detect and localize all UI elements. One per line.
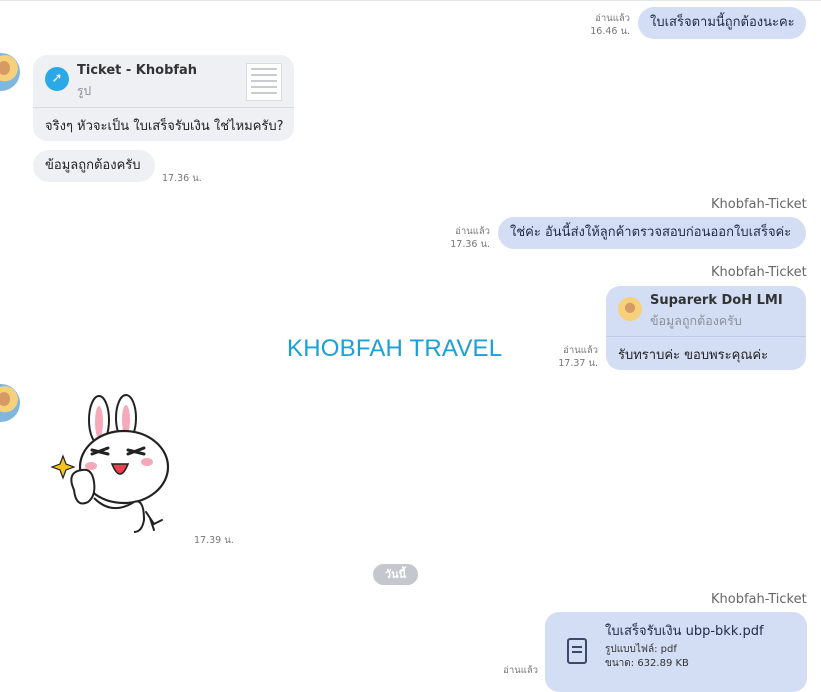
- avatar[interactable]: [0, 384, 20, 422]
- message-text: ใบเสร็จตามนี้ถูกต้องนะคะ: [650, 15, 795, 30]
- timestamp: 17.36 น.: [450, 239, 490, 250]
- timestamp: 17.36 น.: [162, 173, 202, 184]
- message-bubble-incoming[interactable]: ข้อมูลถูกต้องครับ: [33, 150, 155, 182]
- file-attachment[interactable]: ใบเสร็จรับเงิน ubp-bkk.pdf รูปแบบไฟล์: p…: [545, 612, 807, 692]
- read-status: อ่านแล้ว: [503, 665, 538, 676]
- sender-name: Khobfah-Ticket: [711, 592, 807, 607]
- reply-message-card[interactable]: Suparerk DoH LMI ข้อมูลถูกต้องครับ รับทร…: [606, 286, 806, 370]
- watermark-text: KHOBFAH TRAVEL: [287, 335, 503, 362]
- message-bubble-outgoing[interactable]: ใช่ค่ะ อันนี้ส่งให้ลูกค้าตรวจสอบก่อนออกใ…: [498, 217, 806, 249]
- file-name[interactable]: ใบเสร็จรับเงิน ubp-bkk.pdf: [605, 620, 764, 641]
- timestamp: 16.46 น.: [590, 26, 630, 37]
- card-title: Ticket - Khobfah: [77, 63, 198, 78]
- quoted-message[interactable]: Suparerk DoH LMI ข้อมูลถูกต้องครับ: [606, 286, 806, 337]
- read-status: อ่านแล้ว: [595, 13, 630, 24]
- card-subtitle: รูป: [77, 84, 92, 98]
- file-type: รูปแบบไฟล์: pdf: [605, 644, 677, 655]
- message-text: จริงๆ หัวจะเป็น ใบเสร็จรับเงิน ใช่ไหมครั…: [45, 119, 284, 134]
- shared-post-card[interactable]: ➚ Ticket - Khobfah รูป จริงๆ หัวจะเป็น ใ…: [33, 55, 294, 141]
- read-status: อ่านแล้ว: [563, 345, 598, 356]
- quoted-text: ข้อมูลถูกต้องครับ: [650, 313, 742, 328]
- image-thumbnail[interactable]: [246, 63, 282, 101]
- card-header[interactable]: ➚ Ticket - Khobfah รูป: [33, 55, 294, 108]
- pdf-file-icon: [567, 638, 587, 664]
- sender-name: Khobfah-Ticket: [711, 197, 807, 212]
- message-meta: อ่านแล้ว 17.36 น.: [430, 225, 490, 251]
- sender-name: Khobfah-Ticket: [711, 265, 807, 280]
- read-status: อ่านแล้ว: [455, 226, 490, 237]
- message-text: ข้อมูลถูกต้องครับ: [45, 158, 141, 173]
- message-text: รับทราบค่ะ ขอบพระคุณค่ะ: [618, 348, 769, 363]
- top-divider: [0, 0, 821, 1]
- timestamp: 17.39 น.: [194, 535, 234, 546]
- timestamp: 17.37 น.: [558, 358, 598, 369]
- message-text: ใช่ค่ะ อันนี้ส่งให้ลูกค้าตรวจสอบก่อนออกใ…: [510, 225, 792, 240]
- message-bubble-outgoing[interactable]: ใบเสร็จตามนี้ถูกต้องนะคะ: [638, 7, 806, 39]
- bunny-sticker[interactable]: [46, 394, 176, 539]
- date-separator: วันนี้: [373, 564, 418, 585]
- message-meta: อ่านแล้ว 17.37 น.: [540, 344, 598, 370]
- message-meta: อ่านแล้ว 16.46 น.: [572, 12, 630, 38]
- avatar[interactable]: [0, 53, 20, 91]
- quoted-sender: Suparerk DoH LMI: [650, 293, 783, 308]
- avatar: [618, 297, 642, 321]
- paper-plane-icon: ➚: [45, 67, 69, 91]
- file-size: ขนาด: 632.89 KB: [605, 658, 689, 669]
